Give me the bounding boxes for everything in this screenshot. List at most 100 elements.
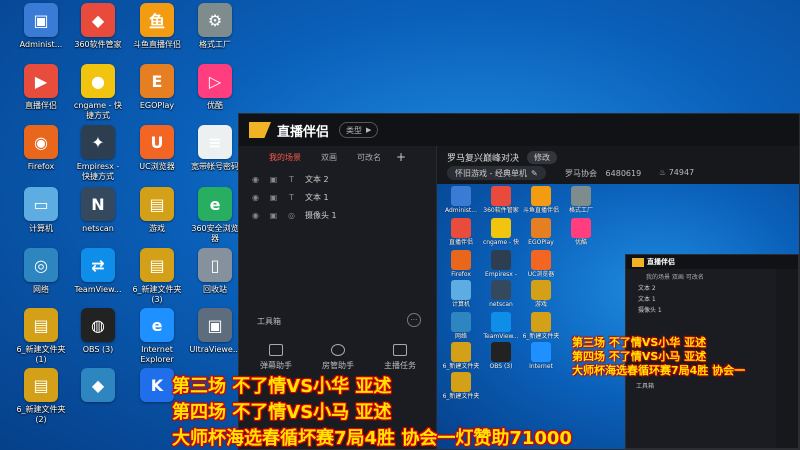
preview-icon-label: 6_新建文件夹 bbox=[522, 333, 560, 340]
desktop-icon[interactable]: ▤ 6_新建文件夹 (1) bbox=[10, 308, 72, 366]
text-icon: T bbox=[289, 192, 294, 202]
eye-icon[interactable]: ◉ bbox=[251, 175, 260, 184]
preview-app-icon bbox=[571, 218, 591, 238]
desktop-icon[interactable]: 鱼斗鱼直播伴侣 bbox=[126, 3, 188, 61]
preview-scene: 摄像头 1 bbox=[638, 307, 662, 314]
desktop-icon[interactable]: ◍ OBS (3) bbox=[67, 308, 129, 366]
preview-icon-label: Administ... bbox=[445, 207, 477, 214]
desktop-icon-label: OBS (3) bbox=[82, 345, 114, 354]
preview-desktop-icon: 6_新建文件夹 bbox=[521, 312, 561, 340]
scene-item[interactable]: ◉ ▣ T 文本 1 bbox=[239, 188, 436, 206]
app-icon: ◍ bbox=[81, 308, 115, 342]
desktop-icon-label: 6_新建文件夹 (3) bbox=[132, 285, 182, 304]
tool-label: 弹幕助手 bbox=[260, 361, 292, 370]
desktop-icon[interactable]: ▤ 6_新建文件夹 (3) bbox=[126, 248, 188, 306]
desktop-icon[interactable]: e 360安全浏览 器 bbox=[184, 187, 246, 245]
desktop-icon[interactable]: ◆ 360软件管家 bbox=[67, 3, 129, 61]
preview-scene: 文本 1 bbox=[638, 296, 656, 303]
scene-item[interactable]: ◉ ▣ T 文本 2 bbox=[239, 170, 436, 188]
desktop-icon[interactable]: ▣ UltraViewe... bbox=[184, 308, 246, 366]
tab-dual-screen[interactable]: 双画 bbox=[321, 152, 337, 163]
overlay-line-2: 第四场 不了情VS小马 亚述 bbox=[172, 402, 392, 423]
desktop-icon[interactable]: ≡ 宽带帐号密码 bbox=[184, 125, 246, 183]
desktop-icon-label: 计算机 bbox=[29, 224, 53, 233]
overlay-line-3: 大师杯海选春循坏赛7局4胜 协会一灯赞助71000 bbox=[172, 428, 572, 449]
scene-item[interactable]: ◉ ▣ ◎ 摄像头 1 bbox=[239, 206, 436, 224]
room-title: 罗马复兴巅峰对决 bbox=[447, 154, 520, 164]
desktop-icon[interactable]: ◉ Firefox bbox=[10, 125, 72, 183]
preview-desktop-icon: 计算机 bbox=[441, 280, 481, 308]
preview-app-icon bbox=[491, 312, 511, 332]
preview-icon-label: 优酷 bbox=[574, 239, 587, 246]
app-icon: ◆ bbox=[81, 3, 115, 37]
desktop-icon[interactable]: ◆ bbox=[67, 368, 129, 426]
desktop-icon[interactable]: ◎ 网络 bbox=[10, 248, 72, 306]
preview-icon-label: Firefox bbox=[451, 271, 471, 278]
preview-icon-label: UC浏览器 bbox=[527, 271, 555, 278]
add-scene-button[interactable]: + bbox=[396, 150, 406, 164]
overlay-line-1: 第三场 不了情VS小华 亚述 bbox=[172, 376, 392, 397]
preview-app-icon bbox=[491, 280, 511, 300]
lock-icon[interactable]: ▣ bbox=[269, 175, 278, 184]
desktop-icon-label: cngame - 快 捷方式 bbox=[73, 101, 123, 120]
type-button[interactable]: 类型 ▶ bbox=[339, 122, 379, 138]
desktop-icon[interactable]: Nnetscan bbox=[67, 187, 129, 245]
desktop-icon-label: 360软件管家 bbox=[74, 40, 122, 49]
desktop-icon[interactable]: e Internet Explorer bbox=[126, 308, 188, 366]
desktop-icon[interactable]: ▤ 6_新建文件夹 (2) bbox=[10, 368, 72, 426]
category-selector[interactable]: 怀旧游戏 - 经典单机 ✎ bbox=[447, 166, 546, 180]
preview-app-icon bbox=[451, 250, 471, 270]
popularity-count: 74947 bbox=[668, 168, 695, 177]
eye-icon[interactable]: ◉ bbox=[251, 193, 260, 202]
room-manager-button[interactable]: 房管助手 bbox=[313, 344, 363, 371]
desktop-icon[interactable]: ⚙ 格式工厂 bbox=[184, 3, 246, 61]
desktop-icon[interactable]: ▭ 计算机 bbox=[10, 187, 72, 245]
preview-icon-label: EGOPlay bbox=[528, 239, 554, 246]
desktop-icon[interactable]: ● cngame - 快 捷方式 bbox=[67, 64, 129, 122]
app-icon: ⚙ bbox=[198, 3, 232, 37]
preview-desktop-icon: UC浏览器 bbox=[521, 250, 561, 278]
desktop-icon-label: netscan bbox=[82, 224, 114, 233]
preview-app-icon bbox=[571, 186, 591, 206]
preview-desktop-icon: 优酷 bbox=[561, 218, 601, 246]
preview-icon-label: Internet bbox=[529, 363, 553, 370]
more-tools-button[interactable]: ··· bbox=[407, 313, 421, 327]
app-icon: ✦ bbox=[81, 125, 115, 159]
edit-title-button[interactable]: 修改 bbox=[527, 151, 558, 164]
preview-desktop-icon: Firefox bbox=[441, 250, 481, 278]
eye-icon[interactable]: ◉ bbox=[251, 211, 260, 220]
preview-icon-label: OBS (3) bbox=[489, 363, 513, 370]
toolbox-title: 工具箱 bbox=[257, 317, 281, 326]
desktop-icon[interactable]: E EGOPlay bbox=[126, 64, 188, 122]
desktop-icon-label: 6_新建文件夹 (2) bbox=[16, 405, 66, 424]
preview-desktop-icon: Empiresx - bbox=[481, 250, 521, 278]
desktop-icon[interactable]: ▯ 回收站 bbox=[184, 248, 246, 306]
tab-renamable[interactable]: 可改名 bbox=[357, 152, 381, 163]
preview-icon-label: 计算机 bbox=[451, 301, 470, 308]
desktop-icon[interactable]: ✦ Empiresx - 快捷方式 bbox=[67, 125, 129, 183]
desktop-icon-label: UltraViewe... bbox=[189, 345, 241, 354]
desktop-icon[interactable]: ▷ 优酷 bbox=[184, 64, 246, 122]
desktop-icon-label: UC浏览器 bbox=[139, 162, 175, 171]
preview-desktop-icon: 6_新建文件夹 bbox=[441, 342, 481, 370]
preview-icon-label: 游戏 bbox=[534, 301, 547, 308]
desktop-icon-label: 回收站 bbox=[203, 285, 227, 294]
desktop-icon-label: EGOPlay bbox=[139, 101, 175, 110]
preview-desktop-icon: Internet bbox=[521, 342, 561, 370]
desktop-icon-label: TeamView... bbox=[74, 285, 122, 294]
lock-icon[interactable]: ▣ bbox=[269, 211, 278, 220]
app-icon: ● bbox=[81, 64, 115, 98]
desktop-icon[interactable]: ▶ 直播伴侣 bbox=[10, 64, 72, 122]
lock-icon[interactable]: ▣ bbox=[269, 193, 278, 202]
app-icon: ◎ bbox=[24, 248, 58, 282]
desktop-icon[interactable]: ⇄ TeamView... bbox=[67, 248, 129, 306]
desktop-icon[interactable]: ▤ 游戏 bbox=[126, 187, 188, 245]
app-icon: ◆ bbox=[81, 368, 115, 402]
app-icon: e bbox=[198, 187, 232, 221]
preview-app-icon bbox=[531, 280, 551, 300]
tab-my-scenes[interactable]: 我的场景 bbox=[269, 152, 301, 163]
host-tasks-button[interactable]: 主播任务 bbox=[375, 344, 425, 371]
desktop-icon[interactable]: ▣ Administ... bbox=[10, 3, 72, 61]
danmaku-helper-button[interactable]: 弹幕助手 bbox=[251, 344, 301, 371]
desktop-icon[interactable]: U UC浏览器 bbox=[126, 125, 188, 183]
